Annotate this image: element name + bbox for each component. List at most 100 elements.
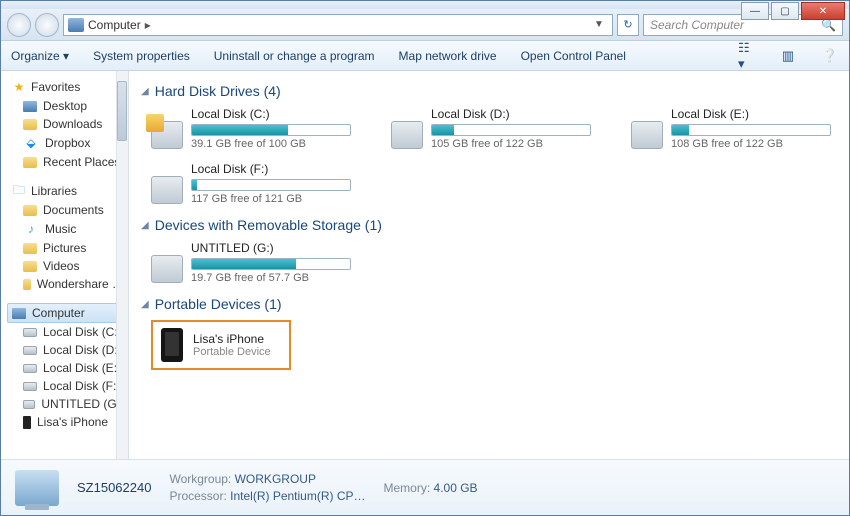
drive-item[interactable]: UNTITLED (G:) 19.7 GB free of 57.7 GB xyxy=(151,241,351,284)
drive-icon xyxy=(151,255,183,283)
collapse-icon: ◢ xyxy=(141,220,149,231)
nav-forward-button[interactable] xyxy=(35,13,59,37)
help-button[interactable]: ❔ xyxy=(821,47,839,65)
drive-icon xyxy=(151,121,183,149)
drive-item[interactable]: Local Disk (C:) 39.1 GB free of 100 GB xyxy=(151,107,351,150)
status-memory-label: Memory: xyxy=(384,481,431,495)
drive-name: Local Disk (D:) xyxy=(431,107,591,121)
capacity-bar xyxy=(191,124,351,136)
capacity-bar xyxy=(431,124,591,136)
sidebar-item-recent[interactable]: Recent Places xyxy=(1,153,128,171)
drive-free-text: 108 GB free of 122 GB xyxy=(671,138,831,150)
sidebar-favorites-header[interactable]: ★ Favorites xyxy=(1,77,128,97)
preview-pane-button[interactable]: ▥ xyxy=(779,47,797,65)
status-processor-value: Intel(R) Pentium(R) CP… xyxy=(230,489,365,503)
portable-device-name: Lisa's iPhone xyxy=(193,332,271,346)
folder-icon xyxy=(23,261,37,272)
sidebar-item-drive-d[interactable]: Local Disk (D:) xyxy=(1,341,128,359)
drive-icon xyxy=(151,176,183,204)
drive-icon xyxy=(391,121,423,149)
capacity-bar xyxy=(191,258,351,270)
sidebar-computer-header[interactable]: Computer xyxy=(7,303,124,323)
search-placeholder: Search Computer xyxy=(650,18,744,32)
minimize-button[interactable]: — xyxy=(741,2,769,20)
address-bar[interactable]: Computer ▸ ▼ xyxy=(63,14,613,36)
star-icon: ★ xyxy=(11,79,27,95)
folder-icon xyxy=(23,205,37,216)
desktop-icon xyxy=(23,101,37,112)
computer-icon xyxy=(12,308,26,319)
content-pane: ◢ Hard Disk Drives (4) Local Disk (C:) 39… xyxy=(129,71,849,459)
sidebar-item-iphone[interactable]: Lisa's iPhone xyxy=(1,413,128,431)
titlebar: — ▢ ✕ xyxy=(1,1,849,9)
drive-free-text: 39.1 GB free of 100 GB xyxy=(191,138,351,150)
drive-name: UNTITLED (G:) xyxy=(191,241,351,255)
drive-icon xyxy=(23,346,37,355)
libraries-icon: 🗀 xyxy=(11,183,27,199)
drive-free-text: 117 GB free of 121 GB xyxy=(191,193,351,205)
section-removable-storage[interactable]: ◢ Devices with Removable Storage (1) xyxy=(141,217,837,233)
sidebar-item-dropbox[interactable]: ⬙Dropbox xyxy=(1,133,128,153)
view-options-button[interactable]: ☷ ▾ xyxy=(737,47,755,65)
sidebar-item-drive-g[interactable]: UNTITLED (G:) xyxy=(1,395,128,413)
drive-icon xyxy=(23,364,37,373)
drive-free-text: 19.7 GB free of 57.7 GB xyxy=(191,272,351,284)
toolbar: Organize ▾ System properties Uninstall o… xyxy=(1,41,849,71)
sidebar-item-desktop[interactable]: Desktop xyxy=(1,97,128,115)
portable-device-type: Portable Device xyxy=(193,346,271,358)
drive-icon xyxy=(23,328,37,337)
collapse-icon: ◢ xyxy=(141,299,149,310)
refresh-button[interactable]: ↻ xyxy=(617,14,639,36)
sidebar-item-drive-c[interactable]: Local Disk (C:) xyxy=(1,323,128,341)
phone-icon xyxy=(23,416,31,429)
drive-name: Local Disk (F:) xyxy=(191,162,351,176)
sidebar-item-drive-e[interactable]: Local Disk (E:) xyxy=(1,359,128,377)
portable-device-item[interactable]: Lisa's iPhone Portable Device xyxy=(151,320,291,370)
organize-menu[interactable]: Organize ▾ xyxy=(11,49,69,63)
status-workgroup-value: WORKGROUP xyxy=(235,472,316,486)
status-workgroup-label: Workgroup: xyxy=(169,472,231,486)
status-memory-value: 4.00 GB xyxy=(434,481,478,495)
scrollbar-thumb[interactable] xyxy=(117,81,127,141)
folder-icon xyxy=(23,157,37,168)
system-properties-button[interactable]: System properties xyxy=(93,49,190,63)
nav-back-button[interactable] xyxy=(7,13,31,37)
address-bar-row: Computer ▸ ▼ ↻ Search Computer 🔍 xyxy=(1,9,849,41)
drive-item[interactable]: Local Disk (D:) 105 GB free of 122 GB xyxy=(391,107,591,150)
drive-icon xyxy=(631,121,663,149)
collapse-icon: ◢ xyxy=(141,86,149,97)
drive-item[interactable]: Local Disk (F:) 117 GB free of 121 GB xyxy=(151,162,351,205)
capacity-bar xyxy=(191,179,351,191)
maximize-button[interactable]: ▢ xyxy=(771,2,799,20)
drive-icon xyxy=(23,382,37,391)
sidebar-item-videos[interactable]: Videos xyxy=(1,257,128,275)
folder-icon xyxy=(23,243,37,254)
sidebar-libraries-header[interactable]: 🗀 Libraries xyxy=(1,181,128,201)
folder-icon xyxy=(23,279,31,290)
section-hard-disk-drives[interactable]: ◢ Hard Disk Drives (4) xyxy=(141,83,837,99)
section-portable-devices[interactable]: ◢ Portable Devices (1) xyxy=(141,296,837,312)
chevron-right-icon: ▸ xyxy=(141,18,155,32)
status-processor-label: Processor: xyxy=(169,489,226,503)
drive-item[interactable]: Local Disk (E:) 108 GB free of 122 GB xyxy=(631,107,831,150)
address-location: Computer xyxy=(88,18,141,32)
navigation-sidebar: ★ Favorites Desktop Downloads ⬙Dropbox R… xyxy=(1,71,129,459)
sidebar-item-pictures[interactable]: Pictures xyxy=(1,239,128,257)
map-network-drive-button[interactable]: Map network drive xyxy=(399,49,497,63)
sidebar-item-music[interactable]: ♪Music xyxy=(1,219,128,239)
sidebar-scrollbar[interactable] xyxy=(116,71,128,459)
uninstall-program-button[interactable]: Uninstall or change a program xyxy=(214,49,375,63)
drive-free-text: 105 GB free of 122 GB xyxy=(431,138,591,150)
drive-name: Local Disk (C:) xyxy=(191,107,351,121)
sidebar-item-downloads[interactable]: Downloads xyxy=(1,115,128,133)
close-button[interactable]: ✕ xyxy=(801,2,845,20)
drive-name: Local Disk (E:) xyxy=(671,107,831,121)
sidebar-item-drive-f[interactable]: Local Disk (F:) xyxy=(1,377,128,395)
phone-icon xyxy=(161,328,183,362)
music-icon: ♪ xyxy=(23,221,39,237)
open-control-panel-button[interactable]: Open Control Panel xyxy=(521,49,626,63)
sidebar-item-documents[interactable]: Documents xyxy=(1,201,128,219)
address-dropdown[interactable]: ▼ xyxy=(590,19,608,30)
sidebar-item-wondershare[interactable]: Wondershare … xyxy=(1,275,128,293)
computer-icon xyxy=(68,18,84,32)
